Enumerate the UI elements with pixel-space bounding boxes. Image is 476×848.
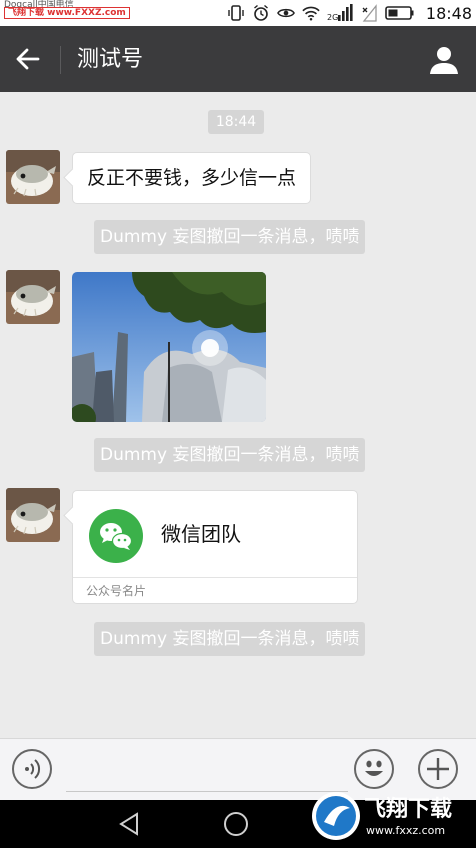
alarm-icon [252, 4, 270, 22]
card-account-name: 微信团队 [161, 522, 241, 546]
text-message-bubble[interactable]: 反正不要钱，多少信一点 [72, 152, 312, 204]
back-arrow-icon [16, 48, 40, 70]
status-bar: Dogcall中国电信 仅限紧急呼叫 飞翔下载 www.FXXZ.com 2G … [0, 0, 476, 26]
back-button[interactable] [14, 45, 42, 73]
recall-notice: Dummy 妄图撤回一条消息，啧啧 [94, 438, 366, 472]
signal-icon: 2G [327, 4, 353, 22]
no-sim-icon [360, 4, 378, 22]
vibrate-icon [227, 4, 245, 22]
watermark-url: www.fxxz.com [366, 824, 445, 837]
battery-icon [385, 4, 415, 22]
home-circle-icon [224, 812, 248, 836]
wifi-icon [302, 4, 320, 22]
avatar[interactable] [6, 270, 60, 324]
nav-home-button[interactable] [218, 806, 254, 842]
voice-button[interactable] [12, 749, 52, 789]
chat-info-button[interactable] [428, 44, 460, 76]
avatar[interactable] [6, 488, 60, 542]
recall-notice: Dummy 妄图撤回一条消息，啧啧 [94, 622, 366, 656]
message-timestamp: 18:44 [208, 110, 264, 134]
emoji-button[interactable] [354, 749, 394, 789]
emoji-icon [365, 760, 383, 776]
card-type-label: 公众号名片 [86, 584, 147, 598]
person-icon [430, 47, 458, 74]
watermark-logo: 飞翔下载 www.fxxz.com [308, 786, 476, 846]
recall-notice: Dummy 妄图撤回一条消息，啧啧 [94, 220, 366, 254]
nav-back-button[interactable] [112, 806, 148, 842]
message-list[interactable]: 18:44 反正不要钱，多少信一点 Dummy 妄图撤回一条消息，啧啧 Dumm… [0, 92, 476, 738]
plus-icon [427, 758, 449, 780]
more-button[interactable] [418, 749, 458, 789]
status-time: 18:48 [425, 3, 472, 23]
network-type-label: 2G [327, 13, 338, 22]
title-divider [60, 46, 61, 74]
official-account-card[interactable]: 微信团队 公众号名片 [72, 490, 358, 604]
wechat-logo-icon [89, 509, 143, 563]
status-icons: 2G 18:48 [227, 3, 472, 23]
voice-icon [25, 759, 41, 779]
back-triangle-icon [119, 812, 138, 836]
card-divider [73, 577, 357, 578]
image-message[interactable] [72, 272, 266, 422]
message-input[interactable] [66, 791, 348, 792]
watermark-badge: 飞翔下载 www.FXXZ.com [4, 7, 130, 19]
watermark-brand: 飞翔下载 [364, 796, 452, 822]
eye-comfort-icon [276, 4, 295, 22]
chat-header: 测试号 [0, 26, 476, 92]
page-title: 测试号 [77, 47, 144, 72]
avatar[interactable] [6, 150, 60, 204]
